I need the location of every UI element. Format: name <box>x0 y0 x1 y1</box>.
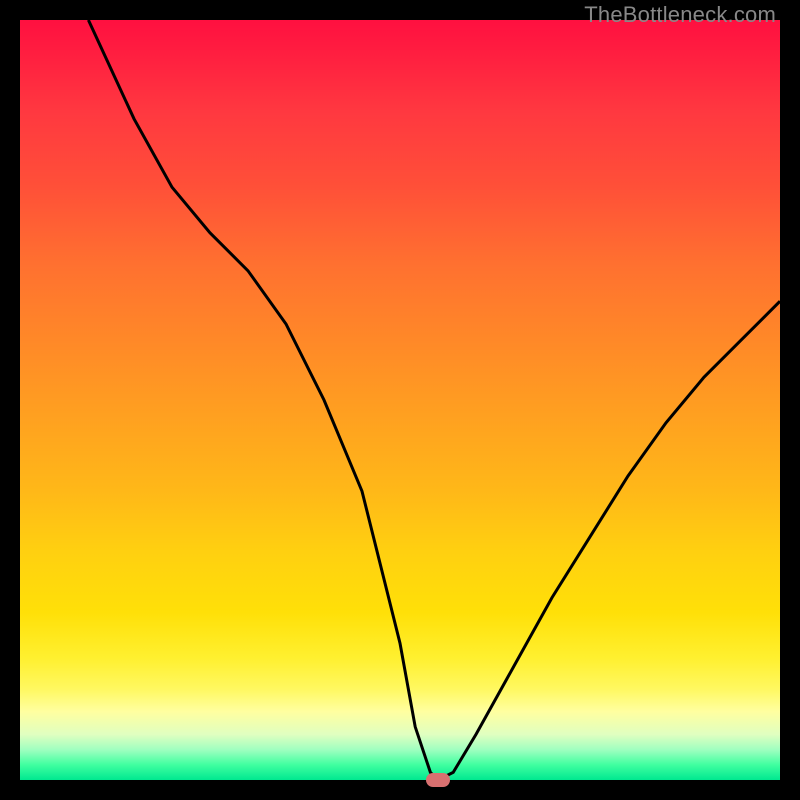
bottleneck-curve-path <box>88 20 780 780</box>
watermark-text: TheBottleneck.com <box>584 2 776 28</box>
bottleneck-marker <box>426 773 450 787</box>
chart-container: TheBottleneck.com <box>0 0 800 800</box>
plot-area <box>20 20 780 780</box>
curve-svg <box>20 20 780 780</box>
